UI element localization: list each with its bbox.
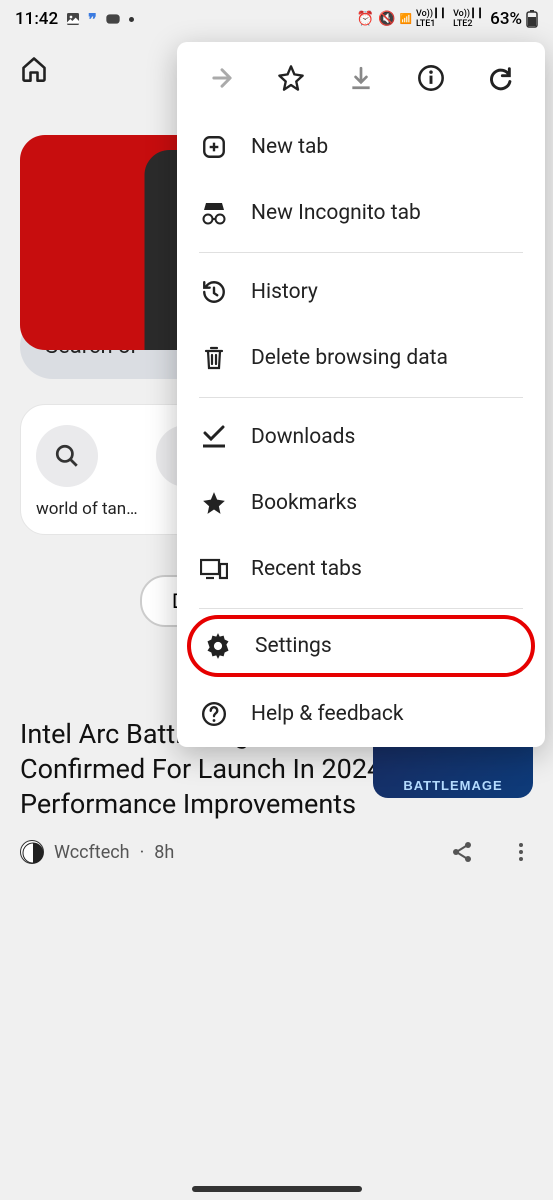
plus-square-icon — [199, 132, 229, 162]
forward-icon[interactable] — [208, 64, 236, 92]
sim2-icon: Vo)) ▎▎LTE2 — [453, 9, 486, 29]
suggestion-label: world of tan… — [36, 499, 138, 519]
menu-item-bookmarks[interactable]: Bookmarks — [177, 470, 545, 536]
source-icon — [20, 840, 44, 864]
share-icon[interactable] — [450, 840, 474, 864]
trash-icon — [199, 343, 229, 373]
battery-text: 63% — [490, 9, 522, 29]
info-icon[interactable] — [417, 64, 445, 92]
menu-label: History — [251, 280, 318, 304]
more-icon[interactable] — [509, 840, 533, 864]
menu-item-history[interactable]: History — [177, 259, 545, 325]
more-dot — [129, 17, 134, 22]
menu-label: Help & feedback — [251, 702, 404, 726]
status-right: ⏰ 🔇 📶 Vo)) ▎▎LTE1 Vo)) ▎▎LTE2 63% — [357, 9, 538, 29]
devices-icon — [199, 554, 229, 584]
download-icon[interactable] — [347, 64, 375, 92]
menu-item-delete-data[interactable]: Delete browsing data — [177, 325, 545, 391]
discord-icon — [104, 11, 122, 27]
menu-label: Downloads — [251, 425, 355, 449]
status-bar: 11:42 ❞ ⏰ 🔇 📶 Vo)) ▎▎LTE1 Vo)) ▎▎LTE2 63… — [0, 0, 553, 38]
quotes-icon: ❞ — [88, 10, 97, 29]
menu-item-new-tab[interactable]: New tab — [177, 114, 545, 180]
gallery-icon — [65, 11, 81, 27]
menu-label: New Incognito tab — [251, 201, 421, 225]
home-icon[interactable] — [20, 55, 48, 83]
status-left: 11:42 ❞ — [15, 9, 134, 29]
nav-handle[interactable] — [192, 1186, 362, 1192]
menu-label: Delete browsing data — [251, 346, 448, 370]
reload-icon[interactable] — [486, 64, 514, 92]
menu-label: Bookmarks — [251, 491, 357, 515]
history-icon — [199, 277, 229, 307]
menu-label: New tab — [251, 135, 328, 159]
menu-item-settings[interactable]: Settings — [187, 615, 535, 677]
sim1-icon: Vo)) ▎▎LTE1 — [416, 9, 449, 29]
help-icon — [199, 699, 229, 729]
mute-icon: 🔇 — [378, 11, 395, 27]
wifi-icon: 📶 — [400, 14, 412, 25]
overflow-menu: New tab New Incognito tab History Delete… — [177, 42, 545, 747]
divider — [199, 608, 523, 609]
menu-action-row — [177, 42, 545, 114]
menu-item-downloads[interactable]: Downloads — [177, 404, 545, 470]
clock: 11:42 — [15, 9, 58, 29]
divider — [199, 252, 523, 253]
check-underline-icon — [199, 422, 229, 452]
star-filled-icon — [199, 488, 229, 518]
suggestion-chip[interactable]: world of tan… — [36, 425, 138, 519]
article-source: Wccftech · 8h — [20, 840, 174, 864]
star-icon[interactable] — [277, 64, 305, 92]
menu-label: Recent tabs — [251, 557, 362, 581]
battery-icon — [526, 10, 538, 28]
menu-item-incognito[interactable]: New Incognito tab — [177, 180, 545, 246]
menu-item-help[interactable]: Help & feedback — [177, 681, 545, 747]
menu-item-recent-tabs[interactable]: Recent tabs — [177, 536, 545, 602]
gear-icon — [203, 631, 233, 661]
alarm-icon: ⏰ — [357, 11, 374, 27]
divider — [199, 397, 523, 398]
menu-label: Settings — [255, 634, 332, 658]
incognito-icon — [199, 198, 229, 228]
search-icon — [54, 443, 80, 469]
